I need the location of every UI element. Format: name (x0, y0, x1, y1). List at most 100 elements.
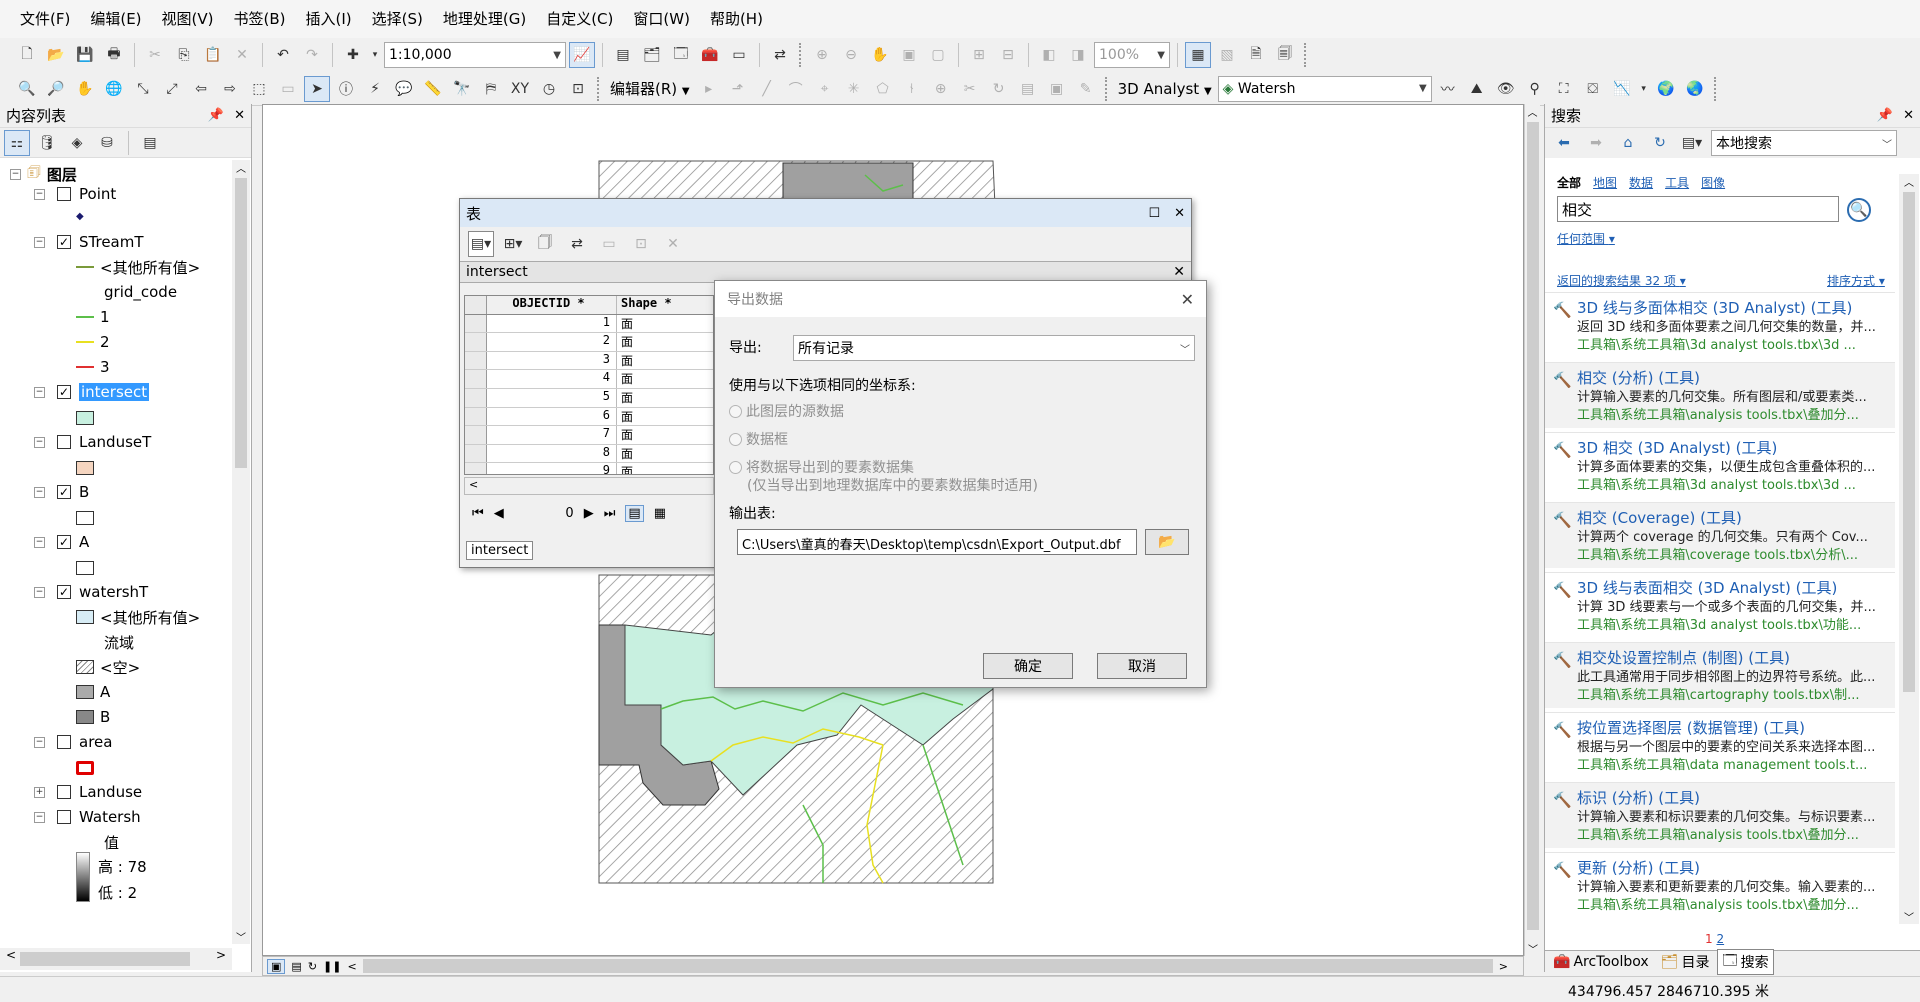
search-result[interactable]: 🔨 3D 相交 (3D Analyst) (工具) 计算多面体要素的交集，以便生成包… (1545, 432, 1895, 498)
table-row[interactable]: 7面 (465, 426, 713, 445)
tab-search[interactable]: 🗔 搜索 (1717, 948, 1774, 975)
find-route-icon[interactable]: ⛿ (478, 76, 504, 102)
edit-vertices-icon[interactable]: ⬠ (870, 76, 896, 102)
radio-layer-source[interactable]: 此图层的源数据 (729, 401, 844, 421)
forward-arrow-icon[interactable]: ⇨ (217, 76, 243, 102)
menu-view[interactable]: 视图(V) (152, 0, 224, 38)
fixed-zoom-out-icon[interactable]: ⤢ (159, 76, 185, 102)
scroll-thumb[interactable] (235, 178, 247, 468)
select-features-icon[interactable]: ⬚ (246, 76, 272, 102)
measure-icon[interactable]: 📏 (420, 76, 446, 102)
search-result[interactable]: 🔨 3D 线与表面相交 (3D Analyst) (工具) 计算 3D 线要素与一个… (1545, 572, 1895, 638)
scroll-up-icon[interactable]: ︿ (1525, 104, 1540, 119)
ok-button[interactable]: 确定 (983, 653, 1073, 679)
show-selected-records-icon[interactable]: ▦ (654, 506, 666, 521)
collapse-icon[interactable]: − (34, 386, 45, 398)
toggle-draft-mode-icon[interactable]: ▦ (1185, 42, 1211, 68)
paste-icon[interactable]: 📋 (200, 42, 226, 68)
previous-record-icon[interactable]: ◀ (494, 506, 504, 521)
collapse-icon[interactable]: − (34, 436, 45, 448)
radio-data-frame[interactable]: 数据框 (729, 429, 788, 449)
category-maps[interactable]: 地图 (1593, 174, 1617, 191)
fixed-zoom-in-icon[interactable]: ⤡ (130, 76, 156, 102)
3d-layer-combo[interactable]: ◈ Watersh ▼ (1217, 75, 1432, 102)
layer-point[interactable]: − Point (34, 182, 116, 206)
identify-icon[interactable]: ⓘ (333, 76, 359, 102)
table-bottom-tab[interactable]: intersect (466, 541, 534, 560)
scroll-down-icon[interactable]: ﹀ (1899, 909, 1919, 924)
maximize-icon[interactable]: ☐ (1148, 206, 1160, 221)
close-icon[interactable]: ✕ (1903, 108, 1914, 123)
layout-zoom-combo[interactable]: 100% ▼ (1094, 42, 1170, 68)
close-icon[interactable]: ✕ (234, 108, 245, 123)
search-options-icon[interactable]: ▤▾ (1679, 130, 1705, 156)
select-by-attributes-icon[interactable]: 🗍 (532, 231, 558, 257)
3d-analyst-menu[interactable]: 3D Analyst ▼ (1115, 80, 1215, 98)
search-input[interactable]: 相交 (1557, 196, 1839, 222)
toc-window-icon[interactable]: ▤ (610, 42, 636, 68)
split-icon[interactable]: ✂ (957, 76, 983, 102)
arcglobe-icon[interactable]: 🌏 (1682, 76, 1708, 102)
pin-icon[interactable]: 📌 (208, 108, 224, 123)
toolbar-grip[interactable] (1104, 76, 1109, 101)
result-title[interactable]: 更新 (分析) (工具) (1577, 857, 1893, 878)
collapse-icon[interactable]: − (34, 486, 45, 498)
editor-toolbar-icon[interactable]: 📈 (569, 42, 595, 68)
grid-horizontal-scrollbar[interactable]: < (464, 477, 714, 495)
layout-pan-icon[interactable]: ✋ (867, 42, 893, 68)
collapse-icon[interactable]: − (34, 736, 45, 748)
map-horizontal-scroll-thumb[interactable] (362, 959, 1493, 973)
result-title[interactable]: 3D 线与多面体相交 (3D Analyst) (工具) (1577, 297, 1893, 318)
open-folder-icon[interactable]: 📂 (43, 42, 69, 68)
select-elements-icon[interactable]: ➤ (304, 75, 330, 102)
result-title[interactable]: 相交处设置控制点 (制图) (工具) (1577, 647, 1893, 668)
search-result[interactable]: 🔨 相交 (分析) (工具) 计算输入要素的几何交集。所有图层和/或要素类... 工具… (1545, 362, 1895, 428)
category-tools[interactable]: 工具 (1665, 174, 1689, 191)
search-location-select[interactable]: 本地搜索 ﹀ (1711, 130, 1897, 156)
menu-bookmarks[interactable]: 书签(B) (224, 0, 296, 38)
toolbar-grip[interactable] (597, 76, 601, 101)
category-data[interactable]: 数据 (1629, 174, 1653, 191)
layer-watersh[interactable]: − Watersh (34, 805, 141, 829)
layer-watersht[interactable]: − ✓ watershT (34, 580, 148, 604)
result-title[interactable]: 3D 线与表面相交 (3D Analyst) (工具) (1577, 577, 1893, 598)
search-result[interactable]: 🔨 3D 线与多面体相交 (3D Analyst) (工具) 返回 3D 线和多面体… (1545, 292, 1895, 358)
delete-icon[interactable]: ✕ (229, 42, 255, 68)
editor-menu[interactable]: 编辑器(R) ▼ (607, 78, 693, 99)
toolbar-grip[interactable] (1304, 43, 1308, 67)
menu-selection[interactable]: 选择(S) (362, 0, 433, 38)
layer-b[interactable]: − ✓ B (34, 480, 89, 504)
create-viewer-icon[interactable]: ⊡ (565, 76, 591, 102)
scroll-right-icon[interactable]: > (216, 948, 226, 962)
collapse-icon[interactable]: − (34, 236, 45, 248)
row-selector[interactable] (465, 407, 487, 426)
table-window-titlebar[interactable]: 表 ☐ ✕ (460, 199, 1191, 227)
line-of-sight-icon[interactable]: 👁 (1493, 76, 1519, 102)
zoom-out-icon[interactable]: 🔎 (43, 76, 69, 102)
result-title[interactable]: 相交 (Coverage) (工具) (1577, 507, 1893, 528)
new-document-icon[interactable]: 🗋 (14, 42, 40, 68)
data-driven-pages-icon[interactable]: 🗐 (1272, 42, 1298, 68)
layer-visibility-checkbox[interactable] (57, 785, 71, 799)
delete-selected-icon[interactable]: ✕ (660, 231, 686, 257)
search-result[interactable]: 🔨 更新 (分析) (工具) 计算输入要素和更新要素的几何交集。输入要素的... 工具… (1545, 852, 1895, 918)
cut-icon[interactable]: ✂ (142, 42, 168, 68)
page-link-current[interactable]: 1 (1705, 932, 1713, 946)
table-row[interactable]: 2面 (465, 333, 713, 352)
previous-extent-icon[interactable]: ◧ (1036, 42, 1062, 68)
pin-icon[interactable]: 📌 (1877, 108, 1893, 123)
result-title[interactable]: 相交 (分析) (工具) (1577, 367, 1893, 388)
next-record-icon[interactable]: ▶ (584, 506, 594, 521)
layer-visibility-checkbox[interactable] (57, 735, 71, 749)
time-slider-icon[interactable]: ◷ (536, 76, 562, 102)
model-builder-icon[interactable]: ⇄ (767, 42, 793, 68)
layer-visibility-checkbox[interactable]: ✓ (57, 385, 71, 399)
table-row[interactable]: 4面 (465, 370, 713, 389)
related-tables-icon[interactable]: ⊞▾ (500, 231, 526, 257)
result-count[interactable]: 返回的搜索结果 32 项 ▾ (1557, 272, 1686, 289)
scroll-thumb[interactable] (1903, 192, 1915, 692)
interpolate-line-icon[interactable]: ⛶ (1551, 76, 1577, 102)
column-header-shape[interactable]: Shape * (617, 296, 713, 314)
zoom-in-icon[interactable]: 🔍 (14, 76, 40, 102)
layer-landuset[interactable]: − LanduseT (34, 430, 151, 454)
